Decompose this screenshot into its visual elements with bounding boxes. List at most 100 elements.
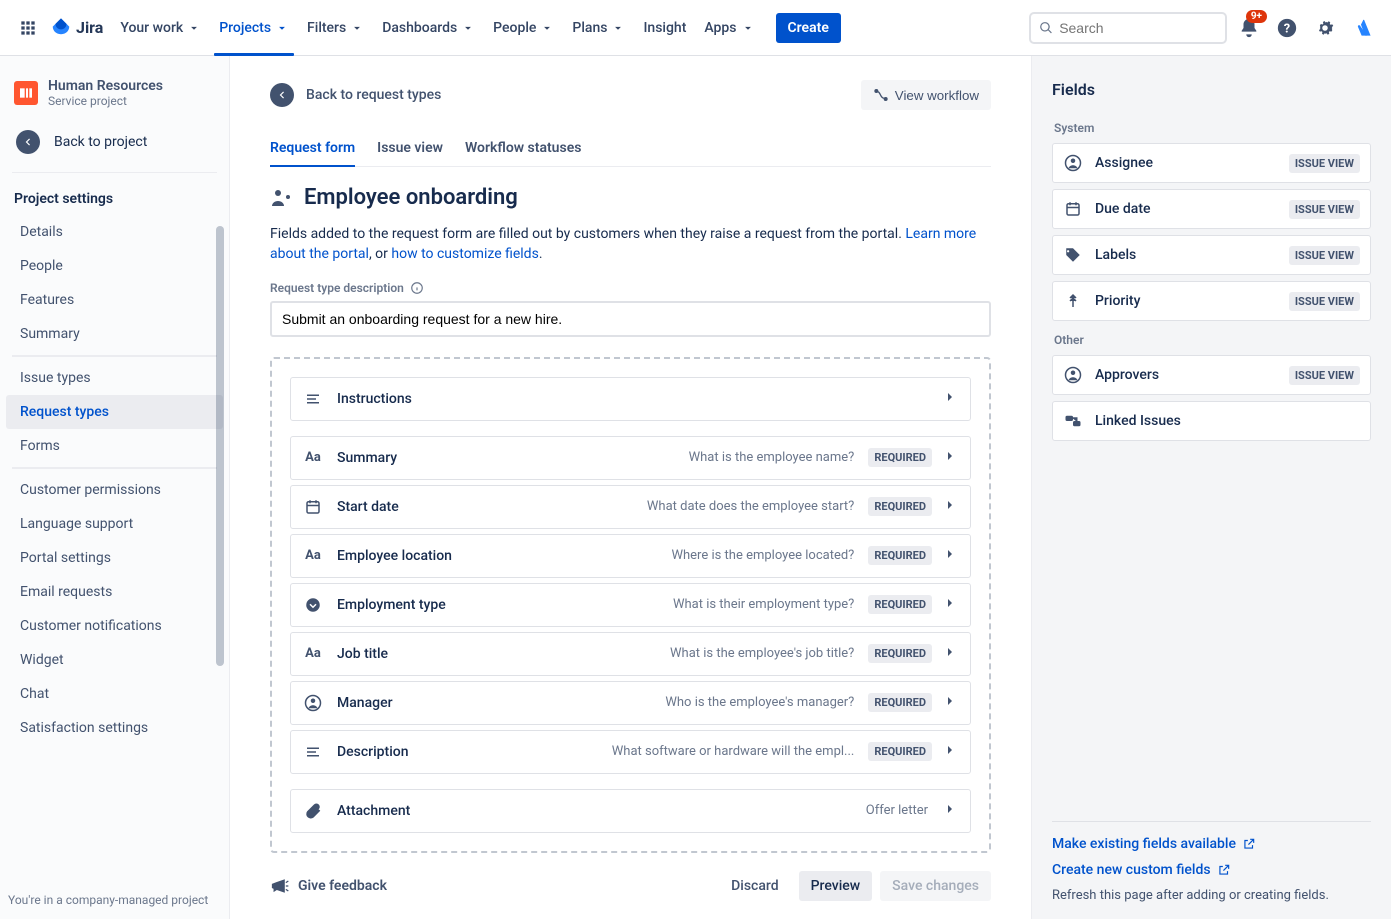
available-field-assignee[interactable]: AssigneeISSUE VIEW	[1052, 143, 1371, 183]
other-section-label: Other	[1054, 333, 1369, 347]
field-hint: What is the employee name?	[689, 450, 855, 465]
field-row-attachment[interactable]: AttachmentOffer letter	[290, 789, 971, 833]
sidebar-item-details[interactable]: Details	[6, 215, 223, 249]
tabs: Request form Issue view Workflow statuses	[270, 134, 991, 167]
jira-logo[interactable]: Jira	[50, 17, 103, 39]
view-workflow-button[interactable]: View workflow	[861, 80, 991, 110]
nav-item-filters[interactable]: Filters	[298, 14, 373, 42]
sidebar-item-request-types[interactable]: Request types	[6, 395, 223, 429]
field-row-employment-type[interactable]: Employment typeWhat is their employment …	[290, 583, 971, 627]
nav-item-dashboards[interactable]: Dashboards	[373, 14, 484, 42]
description-input[interactable]	[270, 301, 991, 337]
sidebar-item-language-support[interactable]: Language support	[6, 507, 223, 541]
available-field-linked-issues[interactable]: Linked Issues	[1052, 401, 1371, 441]
Aa-icon: Aa	[303, 448, 323, 468]
sidebar-item-portal-settings[interactable]: Portal settings	[6, 541, 223, 575]
description-label: Request type description	[270, 281, 991, 295]
field-row-employee-location[interactable]: AaEmployee locationWhere is the employee…	[290, 534, 971, 578]
tab-request-form[interactable]: Request form	[270, 134, 355, 166]
customize-fields-link[interactable]: how to customize fields	[391, 246, 538, 262]
field-row-summary[interactable]: AaSummaryWhat is the employee name?REQUI…	[290, 436, 971, 480]
chevron-right-icon	[942, 801, 958, 821]
person-icon	[303, 693, 323, 713]
field-name: Manager	[337, 695, 393, 711]
sidebar-item-email-requests[interactable]: Email requests	[6, 575, 223, 609]
logo-text: Jira	[76, 18, 103, 37]
tab-issue-view[interactable]: Issue view	[377, 134, 443, 166]
required-badge: REQUIRED	[868, 693, 932, 712]
sidebar-item-chat[interactable]: Chat	[6, 677, 223, 711]
nav-item-people[interactable]: People	[484, 14, 563, 42]
available-field-approvers[interactable]: ApproversISSUE VIEW	[1052, 355, 1371, 395]
primary-nav: Your workProjectsFiltersDashboardsPeople…	[111, 14, 763, 42]
create-button[interactable]: Create	[776, 13, 841, 43]
field-row-job-title[interactable]: AaJob titleWhat is the employee's job ti…	[290, 632, 971, 676]
sidebar-item-customer-permissions[interactable]: Customer permissions	[6, 473, 223, 507]
page-title: Employee onboarding	[304, 185, 518, 210]
nav-item-your-work[interactable]: Your work	[111, 14, 210, 42]
nav-item-apps[interactable]: Apps	[695, 14, 763, 42]
calendar-icon	[303, 497, 323, 517]
field-name: Linked Issues	[1095, 413, 1181, 429]
give-feedback[interactable]: Give feedback	[270, 876, 387, 896]
sidebar-item-customer-notifications[interactable]: Customer notifications	[6, 609, 223, 643]
sidebar-heading: Project settings	[0, 177, 229, 215]
app-switcher-icon[interactable]	[12, 12, 44, 44]
help-icon[interactable]: ?	[1271, 12, 1303, 44]
notifications-icon[interactable]: 9+	[1233, 12, 1265, 44]
tag-icon	[1063, 245, 1083, 265]
nav-item-insight[interactable]: Insight	[634, 14, 695, 42]
chevron-right-icon	[942, 546, 958, 566]
sidebar-item-people[interactable]: People	[6, 249, 223, 283]
discard-button[interactable]: Discard	[719, 871, 790, 901]
issue-view-badge: ISSUE VIEW	[1289, 246, 1360, 265]
field-row-start-date[interactable]: Start dateWhat date does the employee st…	[290, 485, 971, 529]
link-icon	[1063, 411, 1083, 431]
field-name: Description	[337, 744, 409, 760]
nav-item-projects[interactable]: Projects	[210, 14, 298, 42]
chevron-right-icon	[942, 389, 958, 409]
chevron-down-icon	[741, 21, 755, 35]
nav-item-plans[interactable]: Plans	[563, 14, 634, 42]
fields-panel: Fields System AssigneeISSUE VIEWDue date…	[1031, 56, 1391, 919]
project-header[interactable]: Human Resources Service project	[0, 56, 229, 118]
preview-button[interactable]: Preview	[799, 871, 873, 901]
settings-icon[interactable]	[1309, 12, 1341, 44]
tab-workflow-statuses[interactable]: Workflow statuses	[465, 134, 581, 166]
field-row-description[interactable]: DescriptionWhat software or hardware wil…	[290, 730, 971, 774]
search-input[interactable]	[1059, 20, 1217, 36]
issue-view-badge: ISSUE VIEW	[1289, 366, 1360, 385]
sidebar-item-features[interactable]: Features	[6, 283, 223, 317]
sidebar-scrollbar[interactable]	[216, 226, 224, 666]
chevron-down-icon	[461, 21, 475, 35]
back-to-project[interactable]: Back to project	[0, 118, 229, 168]
sidebar-item-issue-types[interactable]: Issue types	[6, 361, 223, 395]
project-type: Service project	[48, 94, 163, 108]
top-nav: Jira Your workProjectsFiltersDashboardsP…	[0, 0, 1391, 56]
workflow-icon	[873, 87, 889, 103]
sidebar-item-satisfaction-settings[interactable]: Satisfaction settings	[6, 711, 223, 745]
sidebar-item-widget[interactable]: Widget	[6, 643, 223, 677]
field-row-manager[interactable]: ManagerWho is the employee's manager?REQ…	[290, 681, 971, 725]
Aa-icon: Aa	[303, 644, 323, 664]
available-field-priority[interactable]: PriorityISSUE VIEW	[1052, 281, 1371, 321]
sidebar: Human Resources Service project Back to …	[0, 56, 230, 919]
chevron-right-icon	[942, 742, 958, 762]
info-icon[interactable]	[410, 281, 424, 295]
sidebar-item-summary[interactable]: Summary	[6, 317, 223, 351]
custom-fields-link[interactable]: Create new custom fields	[1052, 862, 1371, 878]
system-section-label: System	[1054, 121, 1369, 135]
existing-fields-link[interactable]: Make existing fields available	[1052, 836, 1371, 852]
atlassian-icon[interactable]	[1347, 12, 1379, 44]
arrow-left-icon	[270, 83, 294, 107]
back-to-request-types[interactable]: Back to request types	[270, 83, 441, 107]
sidebar-item-forms[interactable]: Forms	[6, 429, 223, 463]
fields-drop-zone[interactable]: Instructions Aa Summary What is the employe…	[270, 357, 991, 853]
available-field-due-date[interactable]: Due dateISSUE VIEW	[1052, 189, 1371, 229]
field-row-instructions[interactable]: Instructions	[290, 377, 971, 421]
search-box[interactable]	[1029, 12, 1227, 44]
issue-view-badge: ISSUE VIEW	[1289, 200, 1360, 219]
available-field-labels[interactable]: LabelsISSUE VIEW	[1052, 235, 1371, 275]
field-name: Summary	[337, 450, 397, 466]
issue-view-badge: ISSUE VIEW	[1289, 154, 1360, 173]
